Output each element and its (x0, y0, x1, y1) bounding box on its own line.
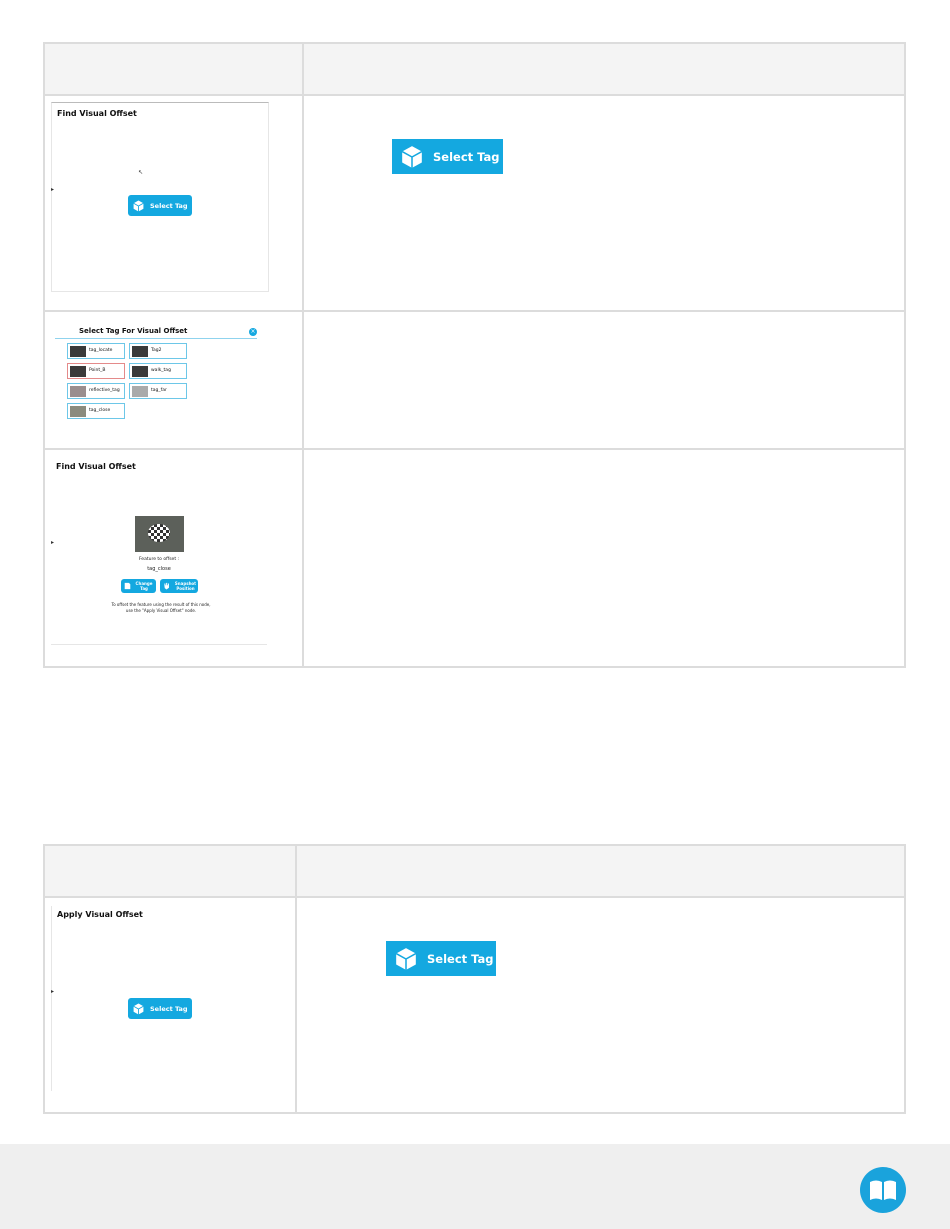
tag-thumbnail (70, 406, 86, 417)
feature-label: Feature to offset : (138, 557, 180, 562)
apply-visual-offset-screenshot: Apply Visual Offset Select Tag (51, 906, 252, 1091)
book-icon[interactable] (860, 1167, 906, 1213)
cube-icon (133, 1003, 144, 1014)
select-tag-dialog-screenshot: Select Tag For Visual Offset × tag_locat… (51, 316, 267, 426)
panel-title: Find Visual Offset (57, 109, 137, 118)
cube-icon (133, 200, 144, 211)
tag-thumbnail (132, 366, 148, 377)
tag-item[interactable]: reflective_tag (67, 383, 125, 399)
tag-item[interactable]: tag_locate (67, 343, 125, 359)
change-tag-button[interactable]: Change Tag (121, 579, 156, 593)
change-tag-label: Change Tag (135, 581, 153, 591)
cursor-icon: ↖ (138, 169, 144, 176)
expand-arrow-icon: ▸ (51, 988, 55, 995)
table-find-visual-offset: Find Visual Offset ↖ Select Tag ▸ Select… (43, 42, 906, 668)
tag-label: Point_B (89, 368, 106, 373)
table-header (45, 44, 904, 96)
tag-item[interactable]: walk_tag (129, 363, 187, 379)
tag-thumbnail (70, 386, 86, 397)
tag-item[interactable]: tag_close (67, 403, 125, 419)
select-tag-label: Select Tag (150, 201, 188, 210)
select-tag-button[interactable]: Select Tag (128, 998, 192, 1019)
tag-label: tag_locate (89, 348, 113, 353)
tag-label: Tag2 (151, 348, 162, 353)
select-tag-button-large[interactable]: Select Tag (386, 941, 496, 976)
dialog-title: Select Tag For Visual Offset (79, 327, 188, 335)
tag-label: tag_far (151, 388, 167, 393)
tag-preview-image (135, 516, 184, 552)
close-icon[interactable]: × (249, 328, 257, 336)
tag-checkerboard (148, 524, 170, 542)
select-tag-large-label: Select Tag (427, 951, 494, 966)
tag-label: reflective_tag (89, 388, 120, 393)
cube-icon (401, 145, 423, 168)
tag-thumbnail (132, 346, 148, 357)
tag-label: tag_close (89, 408, 111, 413)
select-tag-label: Select Tag (150, 1004, 188, 1013)
find-visual-offset-screenshot: Find Visual Offset ↖ Select Tag (51, 102, 269, 292)
offset-note: To offset the feature using the result o… (111, 602, 211, 613)
change-icon (124, 582, 131, 590)
tag-thumbnail (70, 366, 86, 377)
column-divider (295, 846, 297, 1112)
row-divider (45, 448, 904, 450)
snapshot-position-label: Snapshot Position (174, 581, 197, 591)
hand-icon (164, 582, 169, 590)
dialog-divider (55, 338, 257, 339)
tag-label: walk_tag (151, 368, 171, 373)
snapshot-position-button[interactable]: Snapshot Position (160, 579, 198, 593)
table-header (45, 846, 904, 898)
panel-title: Apply Visual Offset (57, 910, 143, 919)
select-tag-button[interactable]: Select Tag (128, 195, 192, 216)
page-footer (0, 1144, 950, 1229)
panel-title: Find Visual Offset (56, 462, 136, 471)
select-tag-button-large[interactable]: Select Tag (392, 139, 503, 174)
column-divider (302, 44, 304, 666)
tag-item[interactable]: Tag2 (129, 343, 187, 359)
feature-name: tag_close (147, 566, 171, 572)
expand-arrow-icon: ▸ (51, 186, 55, 193)
cube-icon (395, 947, 417, 970)
tag-item[interactable]: Point_B (67, 363, 125, 379)
expand-arrow-icon: ▸ (51, 539, 55, 546)
tag-thumbnail (70, 346, 86, 357)
tag-thumbnail (132, 386, 148, 397)
select-tag-large-label: Select Tag (433, 149, 500, 164)
table-apply-visual-offset: Apply Visual Offset Select Tag ▸ Select … (43, 844, 906, 1114)
find-visual-offset-result-screenshot: Find Visual Offset Feature to offset : t… (51, 456, 267, 645)
row-divider (45, 310, 904, 312)
tag-item[interactable]: tag_far (129, 383, 187, 399)
